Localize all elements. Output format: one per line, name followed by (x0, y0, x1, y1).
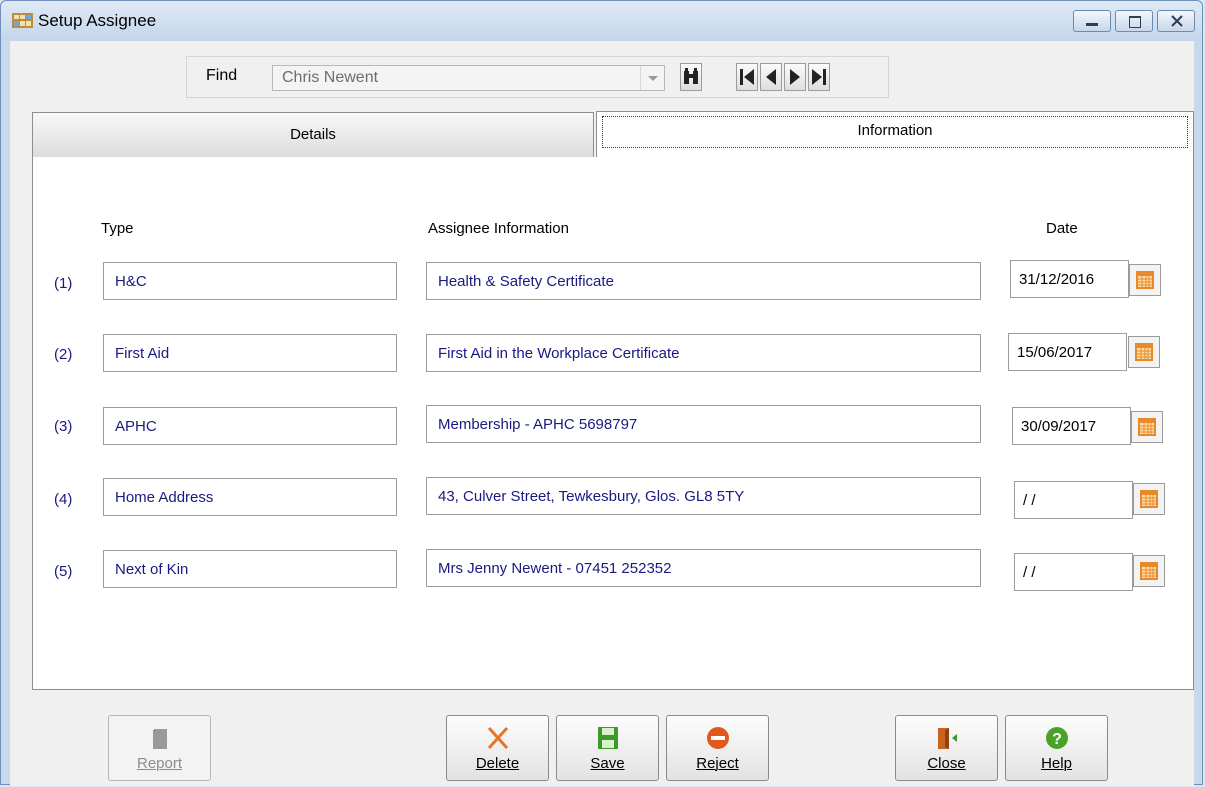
row-number: (3) (54, 418, 73, 435)
date-value: 31/12/2016 (1019, 271, 1095, 288)
find-label: Find (206, 67, 238, 84)
calendar-button[interactable] (1133, 555, 1165, 587)
type-header: Type (101, 220, 134, 237)
client-area: Find Chris Newent Details Information Ty… (10, 41, 1194, 786)
type-value: Next of Kin (115, 561, 189, 578)
reject-button[interactable]: Reject (666, 715, 769, 781)
maximize-button[interactable] (1115, 10, 1153, 32)
type-value: First Aid (115, 345, 170, 362)
type-value: APHC (115, 418, 157, 435)
minimize-icon (1086, 23, 1098, 26)
close-window-button[interactable] (1157, 10, 1195, 32)
type-field[interactable]: Next of Kin (103, 550, 397, 588)
tab-details-label: Details (290, 126, 336, 143)
type-field[interactable]: APHC (103, 407, 397, 445)
calendar-icon (1140, 490, 1158, 508)
delete-label: Delete (475, 755, 520, 772)
date-value: 15/06/2017 (1017, 344, 1093, 361)
calendar-icon (1136, 271, 1154, 289)
date-header: Date (1046, 220, 1078, 237)
reject-icon (707, 727, 729, 749)
info-value: First Aid in the Workplace Certificate (438, 345, 680, 362)
type-field[interactable]: First Aid (103, 334, 397, 372)
exit-door-icon (938, 728, 957, 749)
row-number: (1) (54, 275, 73, 292)
next-record-icon (790, 69, 800, 85)
date-field[interactable]: 31/12/2016 (1010, 260, 1129, 298)
title-bar[interactable]: Setup Assignee (1, 1, 1202, 41)
binoculars-icon (684, 68, 698, 84)
info-value: 43, Culver Street, Tewkesbury, Glos. GL8… (438, 488, 745, 505)
tab-focus-rect: Information (602, 116, 1188, 148)
last-record-button[interactable] (808, 63, 830, 91)
type-value: H&C (115, 273, 147, 290)
type-field[interactable]: Home Address (103, 478, 397, 516)
report-label: Report (136, 755, 183, 772)
delete-button[interactable]: Delete (446, 715, 549, 781)
reject-label: Reject (696, 755, 739, 772)
info-field[interactable]: 43, Culver Street, Tewkesbury, Glos. GL8… (426, 477, 981, 515)
previous-record-icon (766, 69, 776, 85)
save-label: Save (590, 755, 625, 772)
save-button[interactable]: Save (556, 715, 659, 781)
info-field[interactable]: Membership - APHC 5698797 (426, 405, 981, 443)
help-label: Help (1041, 755, 1072, 772)
report-button[interactable]: Report (108, 715, 211, 781)
date-value: / / (1023, 564, 1036, 581)
calendar-icon (1140, 562, 1158, 580)
setup-assignee-window: Setup Assignee Find Chris Newent Details… (0, 0, 1203, 786)
calendar-button[interactable] (1128, 336, 1160, 368)
row-number: (2) (54, 346, 73, 363)
date-value: / / (1023, 492, 1036, 509)
restore-icon (1129, 16, 1141, 28)
previous-record-button[interactable] (760, 63, 782, 91)
last-record-icon (812, 69, 826, 85)
assignee-info-header: Assignee Information (428, 220, 569, 237)
date-field[interactable]: / / (1014, 481, 1133, 519)
find-value: Chris Newent (282, 69, 379, 86)
help-button[interactable]: ? Help (1005, 715, 1108, 781)
close-label: Close (927, 755, 966, 772)
tab-details[interactable]: Details (32, 112, 594, 158)
date-value: 30/09/2017 (1021, 418, 1097, 435)
row-number: (5) (54, 563, 73, 580)
calendar-button[interactable] (1131, 411, 1163, 443)
close-button[interactable]: Close (895, 715, 998, 781)
window-title: Setup Assignee (38, 11, 157, 30)
tab-information[interactable]: Information (596, 111, 1194, 159)
binoculars-button[interactable] (680, 63, 702, 91)
info-field[interactable]: First Aid in the Workplace Certificate (426, 334, 981, 372)
info-value: Mrs Jenny Newent - 07451 252352 (438, 560, 672, 577)
info-field[interactable]: Health & Safety Certificate (426, 262, 981, 300)
close-icon (1171, 15, 1183, 27)
calendar-button[interactable] (1129, 264, 1161, 296)
first-record-button[interactable] (736, 63, 758, 91)
chevron-down-icon[interactable] (640, 66, 664, 90)
next-record-button[interactable] (784, 63, 806, 91)
calendar-icon (1138, 418, 1156, 436)
find-combobox[interactable]: Chris Newent (272, 65, 665, 91)
tab-information-label: Information (857, 122, 933, 139)
info-field[interactable]: Mrs Jenny Newent - 07451 252352 (426, 549, 981, 587)
row-number: (4) (54, 491, 73, 508)
date-field[interactable]: / / (1014, 553, 1133, 591)
save-icon (598, 727, 618, 749)
info-value: Membership - APHC 5698797 (438, 416, 638, 433)
date-field[interactable]: 15/06/2017 (1008, 333, 1127, 371)
svg-text:?: ? (1052, 731, 1062, 748)
help-icon: ? (1046, 727, 1068, 749)
info-value: Health & Safety Certificate (438, 273, 614, 290)
type-value: Home Address (115, 489, 214, 506)
report-icon (153, 729, 167, 749)
app-window-icon (12, 13, 33, 28)
first-record-icon (740, 69, 754, 85)
calendar-icon (1135, 343, 1153, 361)
calendar-button[interactable] (1133, 483, 1165, 515)
type-field[interactable]: H&C (103, 262, 397, 300)
find-toolbar: Find Chris Newent (186, 56, 889, 98)
delete-icon (487, 726, 509, 750)
minimize-button[interactable] (1073, 10, 1111, 32)
date-field[interactable]: 30/09/2017 (1012, 407, 1131, 445)
